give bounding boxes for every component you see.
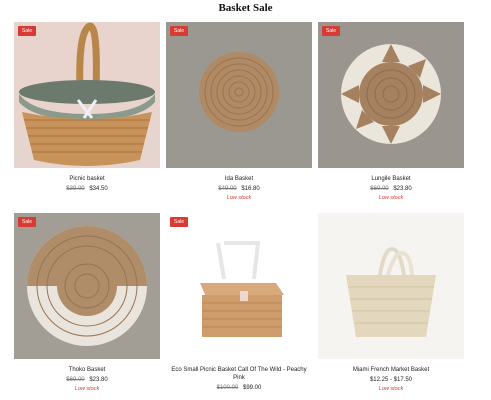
product-name[interactable]: Miami French Market Basket [318,366,464,374]
product-name[interactable]: Picnic basket [14,175,160,183]
product-name[interactable]: Lungile Basket [318,175,464,183]
sale-price: $23.80 [393,186,412,192]
original-price: $100.00 [216,385,239,391]
sale-badge: Sale [170,217,189,227]
product-card-miami-market-basket[interactable]: Miami French Market Basket $12.25 - $17.… [318,213,464,392]
product-card-picnic-basket[interactable]: Sale Picnic basket $39.00 $34.50 [14,22,160,193]
low-stock-label: Low stock [226,195,252,201]
product-card-lungile-basket[interactable]: Sale Lungile Basket $69.00 $23.80 Low st… [318,22,464,201]
sale-price: $16.80 [241,186,260,192]
sale-badge: Sale [322,26,341,36]
original-price: $49.00 [218,186,237,192]
low-stock-label: Low stock [74,386,100,392]
original-price: $69.00 [66,377,85,383]
low-stock-label: Low stock [378,386,404,392]
product-card-thoko-basket[interactable]: Sale Thoko Basket $69.00 $23.80 Low stoc… [14,213,160,392]
sale-badge: Sale [170,26,189,36]
product-name[interactable]: Ida Basket [166,175,312,183]
sale-price: $99.00 [243,385,262,391]
price-row: $100.00 $99.00 [166,385,312,392]
sale-badge: Sale [18,26,37,36]
product-image[interactable]: Sale [14,22,160,168]
sale-price: $34.50 [89,186,108,192]
product-name[interactable]: Thoko Basket [14,366,160,374]
price-row: $39.00 $34.50 [14,186,160,193]
original-price: $69.00 [370,186,389,192]
product-image[interactable]: Sale [166,22,312,168]
low-stock-label: Low stock [378,195,404,201]
sale-price: $23.80 [89,377,108,383]
product-image[interactable] [318,213,464,359]
price-row: $69.00 $23.80 [14,377,160,384]
product-name[interactable]: Eco Small Picnic Basket Call Of The Wild… [166,366,312,382]
sale-badge: Sale [18,217,37,227]
price-row: $12.25 - $17.50 [318,377,464,384]
product-card-ida-basket[interactable]: Sale Ida Basket $49.00 $16.80 Low stock [166,22,312,201]
price-range: $12.25 - $17.50 [369,377,413,383]
product-image[interactable]: Sale [318,22,464,168]
original-price: $39.00 [66,186,85,192]
product-card-eco-picnic-basket[interactable]: Sale Eco Small Picnic Basket Call Of The… [166,213,312,392]
product-image[interactable]: Sale [14,213,160,359]
price-row: $69.00 $23.80 [318,186,464,193]
product-image[interactable]: Sale [166,213,312,359]
price-row: $49.00 $16.80 [166,186,312,193]
page-title: Basket Sale [218,2,273,14]
